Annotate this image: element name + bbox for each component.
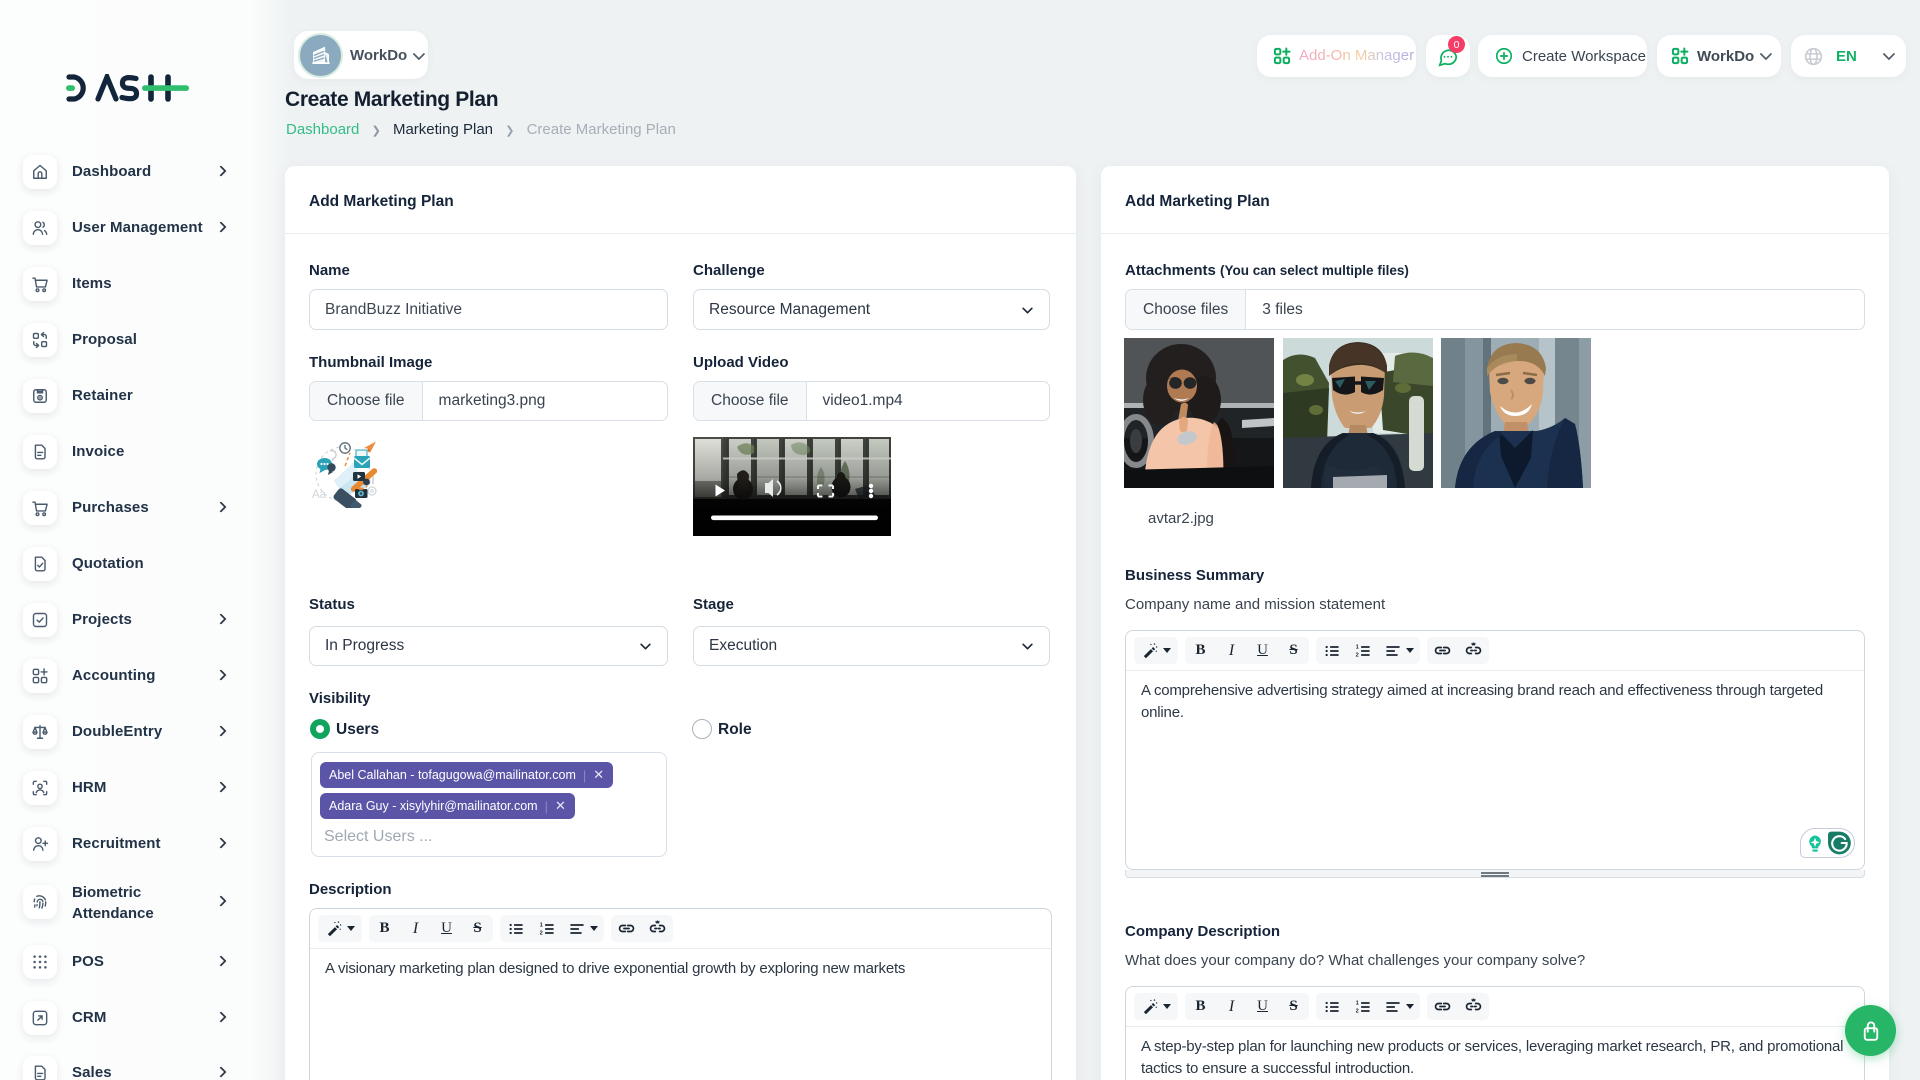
svg-text:1: 1 (1355, 1000, 1358, 1006)
svg-text:Aa: Aa (312, 489, 327, 501)
svg-text:2: 2 (1355, 652, 1358, 658)
svg-text:1: 1 (539, 922, 542, 928)
svg-text:2: 2 (1355, 1008, 1358, 1014)
svg-text:2: 2 (539, 930, 542, 936)
svg-text:1: 1 (1355, 644, 1358, 650)
